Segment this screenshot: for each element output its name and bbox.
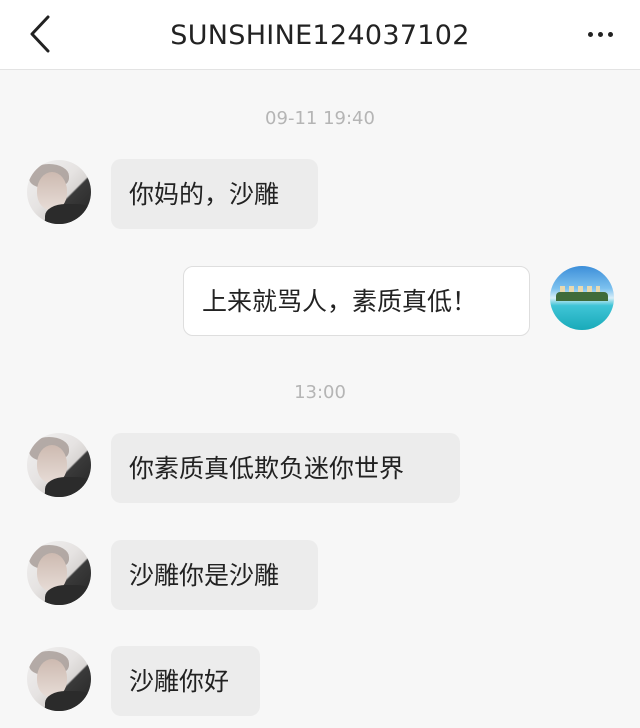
timestamp: 13:00 [294,382,346,403]
message-bubble-incoming[interactable]: 沙雕你好 [111,646,260,716]
more-dot [607,31,613,37]
message-bubble-incoming[interactable]: 沙雕你是沙雕 [111,540,318,610]
message-bubble-incoming[interactable]: 你素质真低欺负迷你世界 [111,433,460,503]
avatar-shirt [45,691,91,711]
message-text: 你素质真低欺负迷你世界 [129,453,405,483]
more-dot [597,31,603,37]
chevron-left-icon [30,15,50,53]
chat-header: SUNSHINE124037102 [0,0,640,70]
contact-avatar[interactable] [27,160,91,224]
avatar-island [556,292,608,301]
my-avatar[interactable] [550,266,614,330]
message-text: 上来就骂人，素质真低！ [202,286,478,316]
message-text: 沙雕你是沙雕 [129,560,280,590]
more-horizontal-icon [587,31,593,37]
chat-title: SUNSHINE124037102 [170,19,470,51]
contact-avatar[interactable] [27,541,91,605]
message-bubble-outgoing[interactable]: 上来就骂人，素质真低！ [183,266,530,336]
avatar-shirt [45,204,91,224]
message-text: 沙雕你好 [129,666,230,696]
avatar-shirt [45,477,91,497]
contact-avatar[interactable] [27,433,91,497]
avatar-shirt [45,585,91,605]
message-text: 你妈的，沙雕 [129,179,280,209]
contact-avatar[interactable] [27,647,91,711]
more-button[interactable] [578,14,622,54]
timestamp: 09-11 19:40 [265,108,375,129]
chat-screen: SUNSHINE124037102 09-11 19:40 你妈的，沙雕 上来就… [0,0,640,728]
message-bubble-incoming[interactable]: 你妈的，沙雕 [111,159,318,229]
back-button[interactable] [18,12,62,56]
